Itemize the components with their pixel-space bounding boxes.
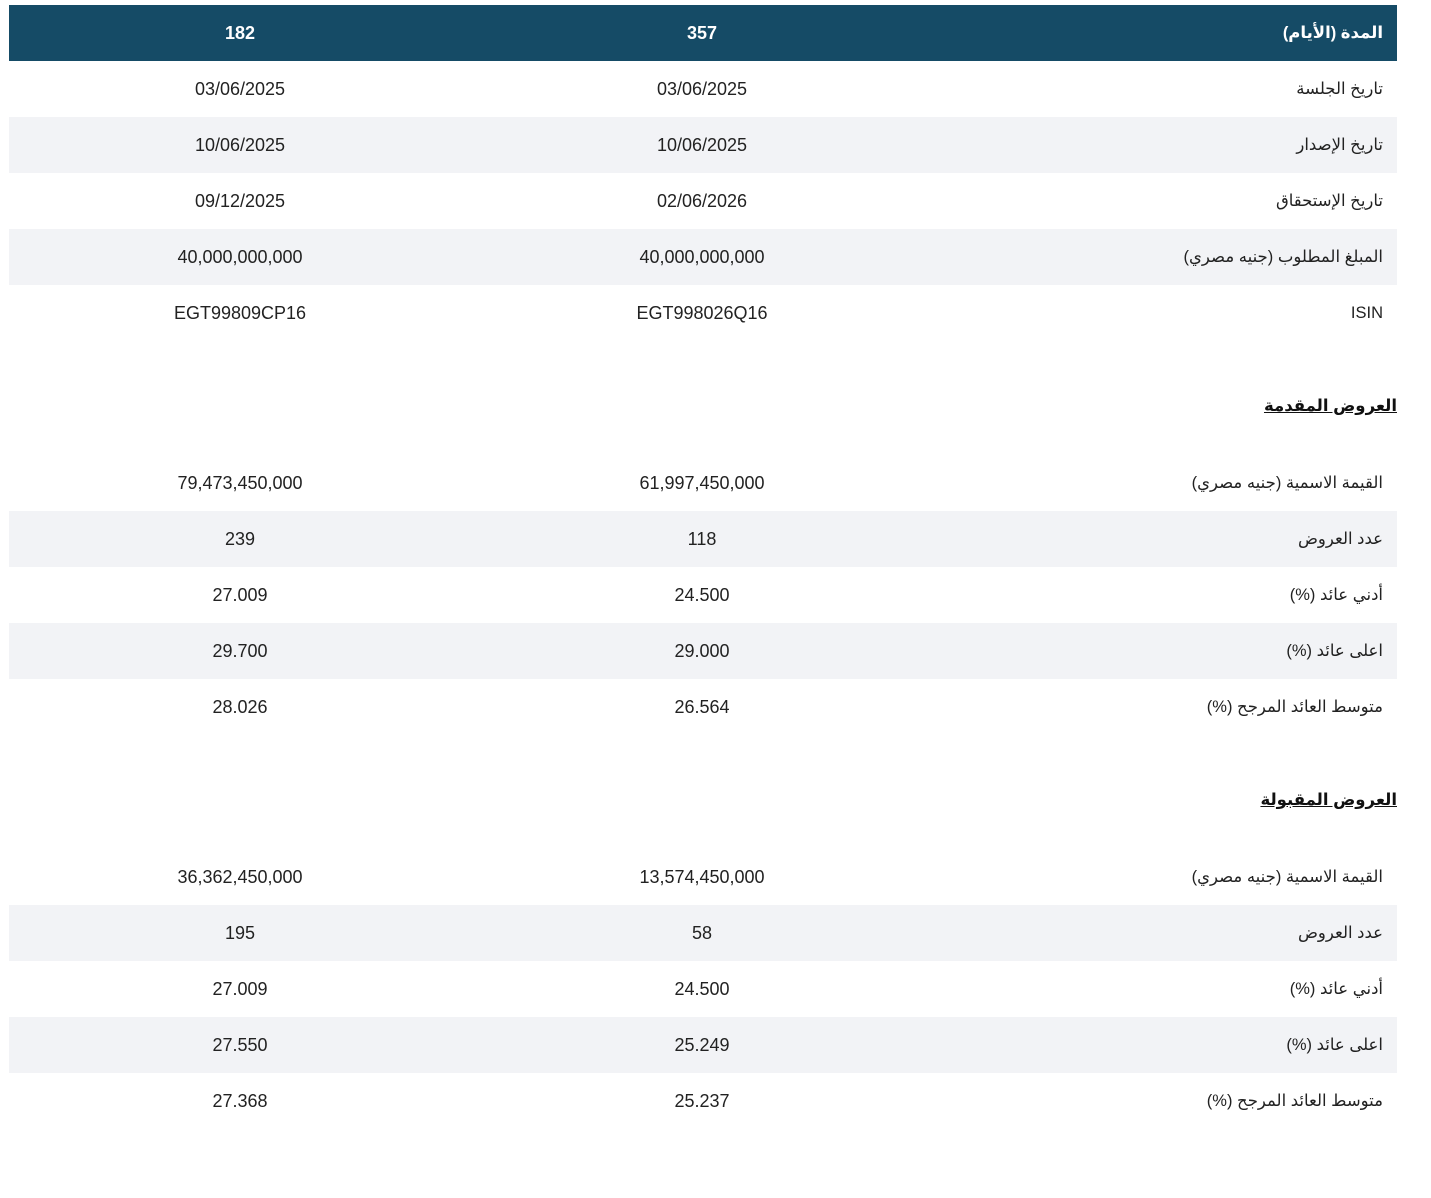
table-row: 36,362,450,000 13,574,450,000 القيمة الا… xyxy=(9,849,1397,905)
label-maturity-date: تاريخ الإستحقاق xyxy=(1275,192,1383,210)
label-sub-nominal: القيمة الاسمية (جنيه مصري) xyxy=(1191,474,1383,492)
table-row: 27.009 24.500 أدني عائد (%) xyxy=(9,961,1397,1017)
label-sub-avg-yield: متوسط العائد المرجح (%) xyxy=(1206,698,1383,716)
label-required-amount: المبلغ المطلوب (جنيه مصري) xyxy=(933,229,1397,285)
header-col1: 357 xyxy=(471,5,933,61)
cell-sub-min-yield-col2: 27.009 xyxy=(212,584,268,605)
cell-sub-count-col1: 118 xyxy=(471,511,933,567)
label-acc-min-yield: أدني عائد (%) xyxy=(1289,980,1383,998)
label-sub-count: عدد العروض xyxy=(933,511,1397,567)
cell-acc-min-yield-col1: 24.500 xyxy=(674,978,730,999)
cell-maturity-date-col1: 02/06/2026 xyxy=(656,190,748,211)
cell-acc-nominal-col2: 36,362,450,000 xyxy=(177,866,303,887)
label-acc-nominal: القيمة الاسمية (جنيه مصري) xyxy=(1191,868,1383,886)
cell-required-amount-col1: 40,000,000,000 xyxy=(471,229,933,285)
table-row: 27.368 25.237 متوسط العائد المرجح (%) xyxy=(9,1073,1397,1129)
table-row: 27.009 24.500 أدني عائد (%) xyxy=(9,567,1397,623)
table-row: 195 58 عدد العروض xyxy=(9,905,1397,961)
cell-sub-nominal-col1: 61,997,450,000 xyxy=(639,472,765,493)
table-row: 28.026 26.564 متوسط العائد المرجح (%) xyxy=(9,679,1397,735)
table-row: 239 118 عدد العروض xyxy=(9,511,1397,567)
table-row: 09/12/2025 02/06/2026 تاريخ الإستحقاق xyxy=(9,173,1397,229)
cell-isin-col2: EGT99809CP16 xyxy=(173,302,307,323)
treasury-auction-results: 182 357 المدة (الأيام) 03/06/2025 03/06/… xyxy=(9,5,1397,1129)
table-header-row: 182 357 المدة (الأيام) xyxy=(9,5,1397,61)
cell-sub-nominal-col2: 79,473,450,000 xyxy=(177,472,303,493)
cell-acc-count-col1: 58 xyxy=(471,905,933,961)
cell-issue-date-col2: 10/06/2025 xyxy=(9,117,471,173)
cell-sub-count-col2: 239 xyxy=(9,511,471,567)
auction-details-table: 182 357 المدة (الأيام) 03/06/2025 03/06/… xyxy=(9,5,1397,341)
cell-sub-avg-yield-col2: 28.026 xyxy=(212,696,268,717)
label-isin: ISIN xyxy=(1350,303,1383,322)
cell-acc-min-yield-col2: 27.009 xyxy=(212,978,268,999)
table-row: EGT99809CP16 EGT998026Q16 ISIN xyxy=(9,285,1397,341)
cell-sub-min-yield-col1: 24.500 xyxy=(674,584,730,605)
cell-session-date-col2: 03/06/2025 xyxy=(194,78,286,99)
label-sub-min-yield: أدني عائد (%) xyxy=(1289,586,1383,604)
cell-sub-max-yield-col2: 29.700 xyxy=(9,623,471,679)
label-sub-max-yield: اعلى عائد (%) xyxy=(933,623,1397,679)
cell-required-amount-col2: 40,000,000,000 xyxy=(9,229,471,285)
cell-issue-date-col1: 10/06/2025 xyxy=(471,117,933,173)
section-title-accepted-bids: العروض المقبولة xyxy=(1260,791,1397,809)
label-session-date: تاريخ الجلسة xyxy=(1296,80,1383,98)
table-row: 79,473,450,000 61,997,450,000 القيمة الا… xyxy=(9,455,1397,511)
cell-maturity-date-col2: 09/12/2025 xyxy=(194,190,286,211)
table-row: 10/06/2025 10/06/2025 تاريخ الإصدار xyxy=(9,117,1397,173)
header-label-duration: المدة (الأيام) xyxy=(933,5,1397,61)
cell-sub-max-yield-col1: 29.000 xyxy=(471,623,933,679)
label-acc-max-yield: اعلى عائد (%) xyxy=(933,1017,1397,1073)
table-row: 40,000,000,000 40,000,000,000 المبلغ الم… xyxy=(9,229,1397,285)
cell-isin-col1: EGT998026Q16 xyxy=(636,302,768,323)
label-issue-date: تاريخ الإصدار xyxy=(933,117,1397,173)
section-title-submitted-bids: العروض المقدمة xyxy=(1263,397,1397,415)
header-col2: 182 xyxy=(9,5,471,61)
cell-sub-avg-yield-col1: 26.564 xyxy=(674,696,730,717)
cell-session-date-col1: 03/06/2025 xyxy=(656,78,748,99)
cell-acc-avg-yield-col2: 27.368 xyxy=(212,1090,268,1111)
table-row: 03/06/2025 03/06/2025 تاريخ الجلسة xyxy=(9,61,1397,117)
cell-acc-count-col2: 195 xyxy=(9,905,471,961)
table-row: 29.700 29.000 اعلى عائد (%) xyxy=(9,623,1397,679)
accepted-bids-table: 36,362,450,000 13,574,450,000 القيمة الا… xyxy=(9,849,1397,1129)
label-acc-avg-yield: متوسط العائد المرجح (%) xyxy=(1206,1092,1383,1110)
label-acc-count: عدد العروض xyxy=(933,905,1397,961)
cell-acc-avg-yield-col1: 25.237 xyxy=(674,1090,730,1111)
table-row: 27.550 25.249 اعلى عائد (%) xyxy=(9,1017,1397,1073)
cell-acc-max-yield-col1: 25.249 xyxy=(471,1017,933,1073)
cell-acc-max-yield-col2: 27.550 xyxy=(9,1017,471,1073)
submitted-bids-table: 79,473,450,000 61,997,450,000 القيمة الا… xyxy=(9,455,1397,735)
cell-acc-nominal-col1: 13,574,450,000 xyxy=(639,866,765,887)
